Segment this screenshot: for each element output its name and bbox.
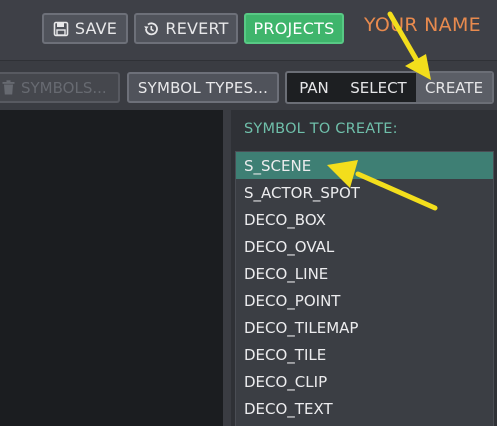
save-button-label: SAVE [74,19,118,38]
symbol-list: S_SCENE S_ACTOR_SPOT DECO_BOX DECO_OVAL … [235,151,494,426]
mode-toggle-group: PAN SELECT CREATE [285,71,494,104]
history-icon [143,21,159,37]
mode-select-button[interactable]: SELECT [341,73,416,102]
symbol-types-button[interactable]: SYMBOL TYPES... [127,72,279,103]
symbol-list-item-deco-tilemap[interactable]: DECO_TILEMAP [236,314,493,341]
mode-pan-button[interactable]: PAN [287,73,341,102]
symbol-types-button-label: SYMBOL TYPES... [137,78,269,97]
revert-button[interactable]: REVERT [134,13,238,44]
top-toolbar: SAVE REVERT PROJECTS YOUR NAME [0,0,497,61]
projects-button-label: PROJECTS [253,19,335,38]
symbol-list-item-deco-line[interactable]: DECO_LINE [236,260,493,287]
mode-create-button[interactable]: CREATE [416,73,492,102]
floppy-disk-icon [53,21,69,37]
editor-canvas[interactable] [0,110,223,426]
symbol-list-item-deco-text[interactable]: DECO_TEXT [236,395,493,422]
username-link[interactable]: YOUR NAME [364,14,481,36]
symbol-list-item-deco-oval[interactable]: DECO_OVAL [236,233,493,260]
symbol-list-item-s-scene[interactable]: S_SCENE [236,152,493,179]
symbol-list-item-deco-tile[interactable]: DECO_TILE [236,341,493,368]
symbol-panel-header: SYMBOL TO CREATE: [244,121,398,137]
save-button[interactable]: SAVE [42,13,128,44]
symbols-button-label: SYMBOLS... [21,78,107,97]
symbol-list-item-s-actor-spot[interactable]: S_ACTOR_SPOT [236,179,493,206]
symbols-button[interactable]: SYMBOLS... [0,72,120,103]
symbol-list-item-deco-point[interactable]: DECO_POINT [236,287,493,314]
revert-button-label: REVERT [165,19,229,38]
trash-icon [2,80,15,95]
symbol-list-item-deco-box[interactable]: DECO_BOX [236,206,493,233]
projects-button[interactable]: PROJECTS [244,13,344,44]
symbol-list-item-deco-clip[interactable]: DECO_CLIP [236,368,493,395]
